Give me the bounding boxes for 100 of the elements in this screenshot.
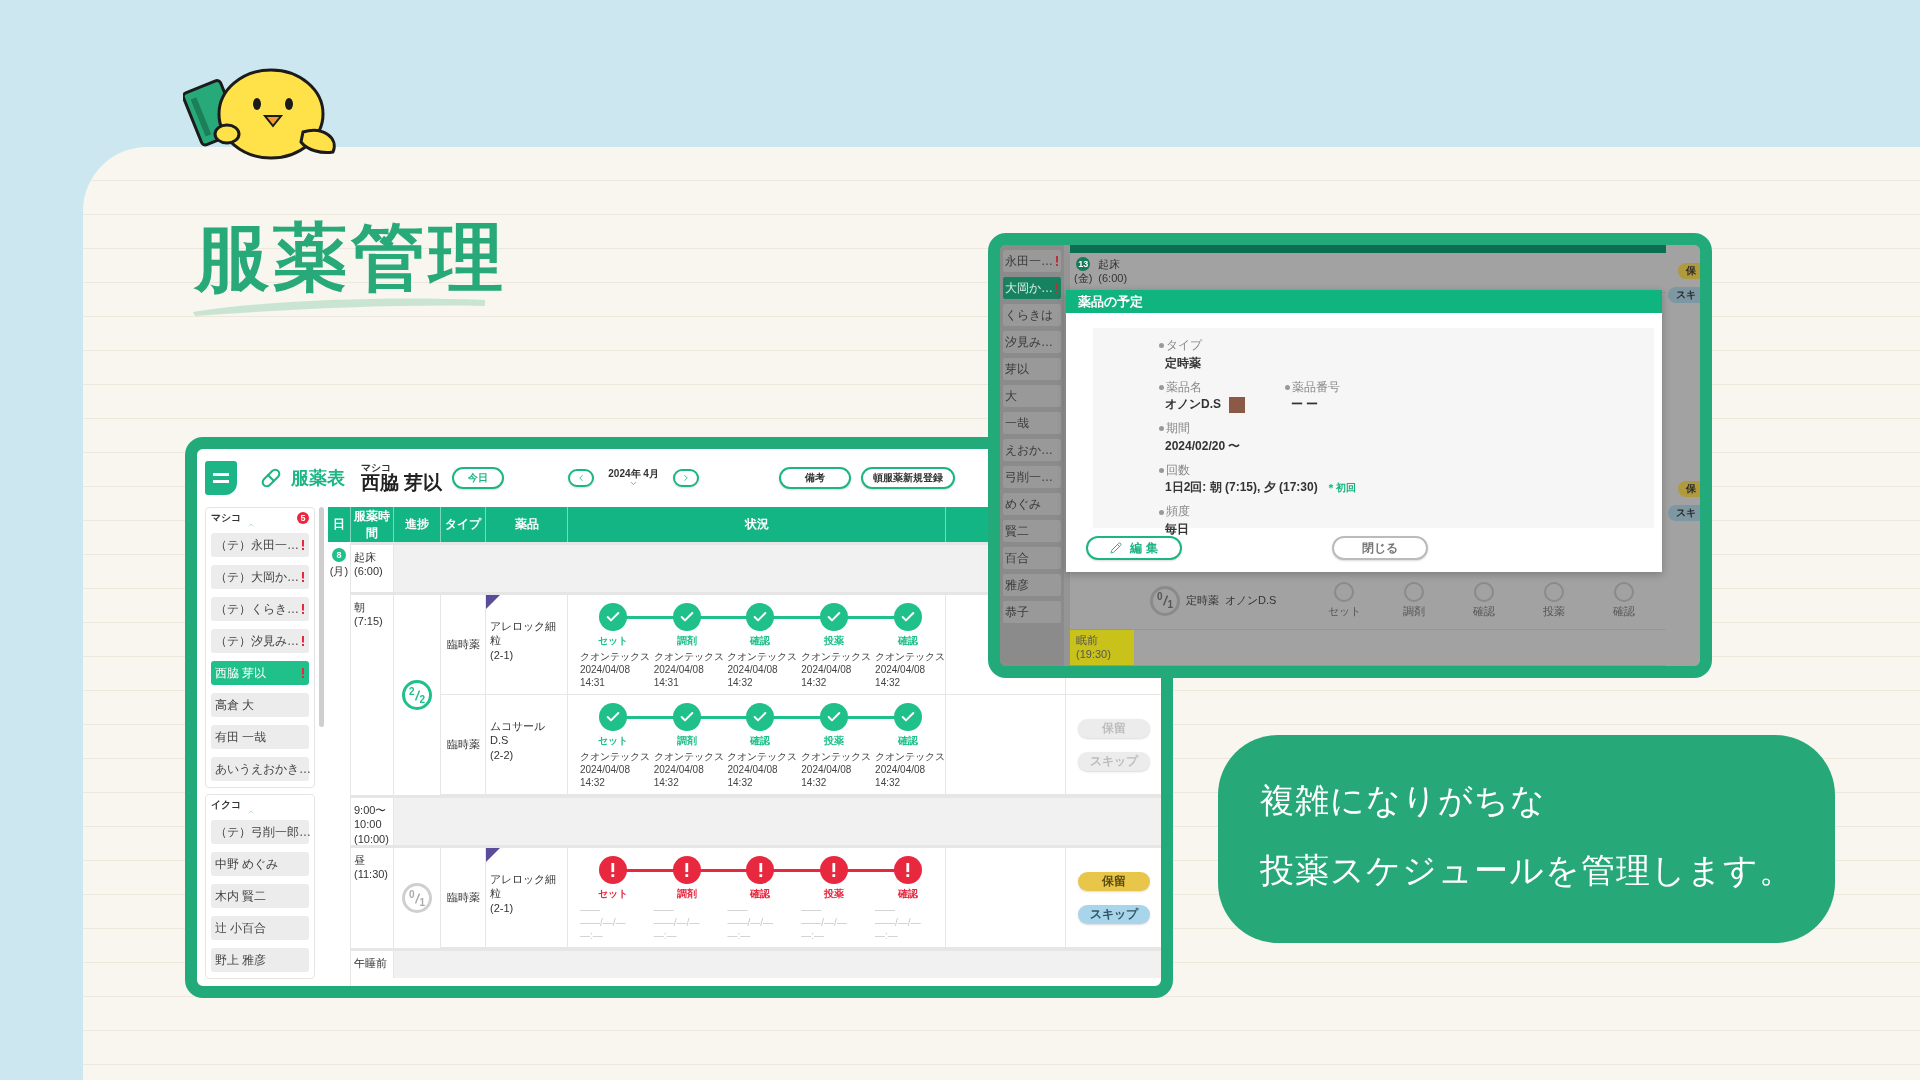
step-operator: クオンテックス <box>653 750 724 763</box>
patient-item[interactable]: 中野 めぐみ <box>211 852 309 876</box>
header-button[interactable]: 頓服薬新規登録 <box>860 467 955 489</box>
patient-item: 賢二 <box>1003 520 1061 542</box>
patient-item[interactable]: 木内 賢二 <box>211 884 309 908</box>
patient-item[interactable]: 野上 雅彦 <box>211 948 309 972</box>
patient-item[interactable]: 有田 一哉 <box>211 725 309 749</box>
medicine-name: オノンD.S <box>1225 593 1277 608</box>
step-circle <box>1544 582 1565 603</box>
step-operator: —— <box>579 903 600 916</box>
weekday-label: (金) <box>1074 271 1093 286</box>
medicine-code: (2-1) <box>490 900 515 915</box>
step-time: 14:31 <box>579 676 605 689</box>
step-label: 確認 <box>898 634 919 648</box>
patient-item: めぐみ <box>1003 493 1061 515</box>
slot-label: 朝 <box>354 600 366 615</box>
bullet-icon <box>1285 384 1290 390</box>
patient-item: くらきは <box>1003 304 1061 326</box>
bullet-icon <box>1159 426 1164 432</box>
step-date: 2024/04/08 <box>801 763 852 776</box>
count-badge: 5 <box>297 512 309 524</box>
patient-item[interactable]: （テ）くらき… <box>211 597 309 621</box>
skip-button[interactable]: スキップ <box>1077 904 1150 924</box>
pill-icon <box>261 468 281 488</box>
patient-name: 西脇 芽以 <box>361 473 443 494</box>
step-time: 14:32 <box>727 676 753 689</box>
fraction-slash-icon <box>414 892 420 904</box>
step-date: ——/—/— <box>579 916 626 929</box>
step-date: ——/—/— <box>875 916 921 929</box>
slot-label: 昼 <box>354 853 366 868</box>
close-button[interactable]: 閉じる <box>1332 536 1428 560</box>
step-operator: —— <box>653 903 674 916</box>
step-operator: —— <box>727 903 748 916</box>
slot-time: (6:00) <box>1098 271 1128 286</box>
step-date: 2024/04/08 <box>875 663 926 676</box>
step-operator: クオンテックス <box>579 750 650 763</box>
patient-item: 一哉 <box>1003 412 1061 434</box>
day-number: 13 <box>1076 257 1091 271</box>
step-date: 2024/04/08 <box>653 763 704 776</box>
step-date: 2024/04/08 <box>579 763 630 776</box>
step-label: 調剤 <box>1403 604 1426 619</box>
field-value: 2024/02/20 〜 <box>1165 437 1241 455</box>
column-header: 日 <box>328 507 351 542</box>
column-header: 薬品 <box>486 507 568 542</box>
hold-button[interactable]: 保留 <box>1077 871 1150 891</box>
step-label: 調剤 <box>676 887 697 901</box>
step-operator: クオンテックス <box>801 650 872 663</box>
collapse-icon <box>247 808 255 816</box>
patient-item[interactable]: （テ）汐見み… <box>211 629 309 653</box>
step-operator: クオンテックス <box>653 650 724 663</box>
callout-text: 投薬スケジュールを管理します。 <box>1260 850 1795 891</box>
step-date: 2024/04/08 <box>653 663 704 676</box>
first-dose-note: ＊初回 <box>1325 480 1356 495</box>
menu-button[interactable] <box>205 461 237 495</box>
slot-label: 眠前 <box>1076 633 1099 648</box>
step-operator: クオンテックス <box>579 650 650 663</box>
patient-item[interactable]: （テ）永田一… <box>211 533 309 557</box>
step-label: 確認 <box>750 634 771 648</box>
step-label: 確認 <box>750 734 771 748</box>
fraction-slash-icon <box>414 689 420 701</box>
step-time: 14:32 <box>801 676 827 689</box>
medicine-name: アレロック細粒 <box>490 619 557 648</box>
step-time: —:— <box>875 929 898 942</box>
step-time: 14:31 <box>653 676 679 689</box>
step-operator: クオンテックス <box>727 750 798 763</box>
column-header: タイプ <box>441 507 486 542</box>
progress-circle: 0 1 <box>402 883 432 913</box>
field-value: 1日2回: 朝 (7:15), 夕 (17:30) <box>1165 479 1318 497</box>
previous-month-button[interactable] <box>568 469 595 487</box>
slot-time: (6:00) <box>354 564 384 579</box>
patient-item[interactable]: あいうえおかき… <box>211 757 309 781</box>
step-label: 確認 <box>750 887 771 901</box>
step-operator: クオンテックス <box>875 650 946 663</box>
next-month-button[interactable] <box>672 469 699 487</box>
step-time: 14:32 <box>875 676 901 689</box>
patient-item: 大 <box>1003 385 1061 407</box>
column-header: 進捗 <box>394 507 441 542</box>
patient-item[interactable]: （テ）弓削一郎… <box>211 820 309 844</box>
bullet-icon <box>1159 509 1164 515</box>
weekday-label: (月) <box>329 564 349 579</box>
bullet-icon <box>1159 384 1164 390</box>
progress-circle: 2 2 <box>402 680 432 710</box>
page-title: 服薬管理 <box>195 217 507 299</box>
patient-item[interactable]: 高倉 大 <box>211 693 309 717</box>
app-title: 服薬表 <box>291 467 345 490</box>
step-circle <box>1474 582 1495 603</box>
step-label: 調剤 <box>676 734 697 748</box>
header-button[interactable]: 備考 <box>778 467 851 489</box>
step-date: 2024/04/08 <box>801 663 852 676</box>
patient-item[interactable]: 辻 小百合 <box>211 916 309 940</box>
group-title: イクコ <box>211 798 241 812</box>
exclamation-icon <box>905 863 911 877</box>
step-date: ——/—/— <box>727 916 774 929</box>
field-label: 薬品番号 <box>1292 379 1340 396</box>
step-label: 確認 <box>1473 604 1496 619</box>
slot-time: (11:30) <box>354 867 390 882</box>
dialog-title: 薬品の予定 <box>1066 290 1662 313</box>
exclamation-icon <box>683 863 690 877</box>
step-time: —:— <box>653 929 677 942</box>
patient-item[interactable]: （テ）大岡か… <box>211 565 309 589</box>
